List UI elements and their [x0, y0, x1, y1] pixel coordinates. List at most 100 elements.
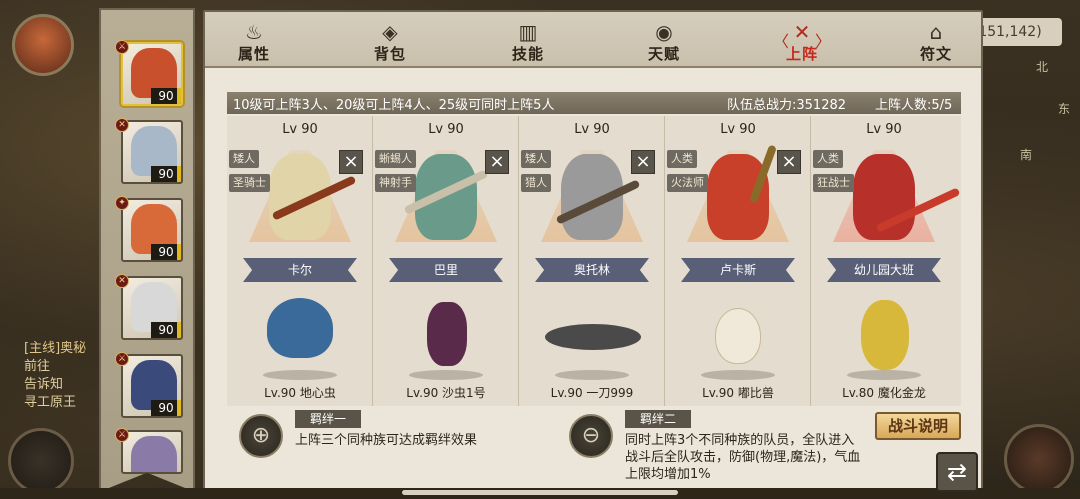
- bond-description: 上阵三个同种族可达成羁绊效果: [295, 432, 477, 449]
- hero-level-label: Lv 90: [720, 122, 756, 137]
- role-badge-icon: ✦: [115, 196, 129, 210]
- pet-body: [861, 300, 909, 370]
- hero-level-label: Lv 90: [574, 122, 610, 137]
- role-badge-icon: ⚔: [115, 40, 129, 54]
- tab-talent[interactable]: ◉ 天赋: [619, 16, 709, 64]
- hero-name: 卢卡斯: [681, 258, 795, 282]
- return-button[interactable]: ⇄: [936, 452, 978, 492]
- player-avatar[interactable]: [12, 14, 74, 76]
- hud-home-button[interactable]: [1004, 424, 1074, 494]
- compass-south: 南: [1020, 148, 1033, 162]
- team-member-card[interactable]: Lv 90 矮人 猎人 × 奥托林 Lv.90 一刀999: [519, 116, 665, 406]
- team-member-card[interactable]: Lv 90 人类 狂战士 幼儿园大班 Lv.80 魔化金龙: [811, 116, 961, 406]
- crossed-swords-icon: ✕: [793, 20, 811, 44]
- race-tag: 矮人: [521, 150, 551, 168]
- bond-desc-line: 战斗后全队攻击，防御(物理,魔法)，气血: [625, 450, 861, 465]
- bond-desc-line: 同时上阵3个不同种族的队员，全队进入: [625, 433, 855, 448]
- pet-sprite[interactable]: [831, 294, 937, 380]
- bond-two: ⊖ 羁绊二 同时上阵3个不同种族的队员，全队进入 战斗后全队攻击，防御(物理,魔…: [569, 408, 869, 484]
- quest-line: [主线]奥秘: [24, 341, 87, 356]
- pet-shadow: [409, 370, 483, 380]
- tab-label: 天赋: [647, 45, 680, 63]
- roster-hero-slot[interactable]: 90: [121, 354, 183, 418]
- tab-label: 技能: [511, 45, 544, 63]
- pet-shadow: [847, 370, 921, 380]
- bracket-left-icon: 〈: [773, 32, 790, 51]
- pet-body: [715, 308, 761, 364]
- tab-bag[interactable]: ◈ 背包: [345, 16, 435, 64]
- roster-hero-slot[interactable]: [121, 430, 183, 474]
- tab-skills[interactable]: ▥ 技能: [483, 16, 573, 64]
- pet-sprite[interactable]: [247, 294, 353, 380]
- hero-name: 卡尔: [243, 258, 357, 282]
- roster-hero-slot[interactable]: 90: [121, 276, 183, 340]
- tab-label: 背包: [373, 45, 406, 63]
- bond-one-icon: ⊕: [239, 414, 283, 458]
- team-power: 队伍总战力:351282: [727, 98, 847, 113]
- bond-one: ⊕ 羁绊一 上阵三个同种族可达成羁绊效果: [239, 408, 539, 484]
- class-tag: 圣骑士: [229, 174, 270, 192]
- flame-icon: ♨: [245, 20, 263, 44]
- roster-hero-slot[interactable]: 90: [121, 42, 183, 106]
- hero-level-label: Lv 90: [866, 122, 902, 137]
- bond-description: 同时上阵3个不同种族的队员，全队进入 战斗后全队攻击，防御(物理,魔法)，气血 …: [625, 432, 860, 483]
- roster-hero-slot[interactable]: 90: [121, 198, 183, 262]
- tab-label: 符文: [919, 45, 952, 63]
- rune-icon: ⌂: [929, 20, 943, 44]
- class-tag: 猎人: [521, 174, 551, 192]
- pet-label: Lv.90 地心虫: [264, 386, 336, 400]
- bond-title: 羁绊一: [295, 410, 361, 428]
- bond-title: 羁绊二: [625, 410, 691, 428]
- pet-shadow: [701, 370, 775, 380]
- hud-map-button[interactable]: [8, 428, 74, 494]
- battle-info-button[interactable]: 战斗说明: [875, 412, 961, 440]
- pet-sprite[interactable]: [393, 294, 499, 380]
- race-tag: 人类: [667, 150, 697, 168]
- pet-label: Lv.90 一刀999: [550, 386, 634, 400]
- tab-runes[interactable]: ⌂ 符文: [891, 16, 981, 64]
- hero-name: 巴里: [389, 258, 503, 282]
- pet-sprite[interactable]: [685, 294, 791, 380]
- quest-line: 前往: [24, 359, 51, 374]
- pet-body: [267, 298, 333, 358]
- level-bar: [177, 166, 181, 182]
- remove-member-button[interactable]: ×: [339, 150, 363, 174]
- tab-deploy[interactable]: 〈 ✕ 上阵 〉: [757, 16, 847, 64]
- pet-body: [545, 324, 641, 350]
- level-bar: [177, 244, 181, 260]
- remove-member-button[interactable]: ×: [777, 150, 801, 174]
- deploy-rule: 10级可上阵3人、20级可上阵4人、25级可同时上阵5人: [233, 98, 555, 113]
- bag-icon: ◈: [382, 20, 398, 44]
- roster-hero-slot[interactable]: 90: [121, 120, 183, 184]
- eye-icon: ◉: [655, 20, 673, 44]
- remove-member-button[interactable]: ×: [485, 150, 509, 174]
- minimap-compass[interactable]: 北 东 南: [1018, 56, 1078, 186]
- race-tag: 人类: [813, 150, 843, 168]
- team-member-card[interactable]: Lv 90 蜥蜴人 神射手 × 巴里 Lv.90 沙虫1号: [373, 116, 519, 406]
- hero-portrait: [131, 436, 177, 472]
- compass-north: 北: [1036, 60, 1049, 74]
- book-icon: ▥: [518, 20, 538, 44]
- remove-member-button[interactable]: ×: [631, 150, 655, 174]
- hero-level-label: Lv 90: [428, 122, 464, 137]
- pet-shadow: [555, 370, 629, 380]
- class-tag: 狂战士: [813, 174, 854, 192]
- class-tag: 神射手: [375, 174, 416, 192]
- team-member-card[interactable]: Lv 90 人类 火法师 × 卢卡斯 Lv.90 嘟比兽: [665, 116, 811, 406]
- pet-body: [427, 302, 467, 366]
- bond-desc-line: 上阵三个同种族可达成羁绊效果: [295, 433, 478, 448]
- hero-name: 幼儿园大班: [827, 258, 941, 282]
- level-bar: [177, 88, 181, 104]
- role-badge-icon: ✕: [115, 118, 129, 132]
- role-badge-icon: ⚔: [115, 428, 129, 442]
- quest-tracker[interactable]: [主线]奥秘 前往 告诉知 寻工原王: [24, 340, 99, 412]
- pet-sprite[interactable]: [539, 294, 645, 380]
- pet-label: Lv.90 沙虫1号: [406, 386, 486, 400]
- tab-label: 上阵: [785, 45, 818, 63]
- team-member-card[interactable]: Lv 90 矮人 圣骑士 × 卡尔 Lv.90 地心虫: [227, 116, 373, 406]
- team-lineup: Lv 90 矮人 圣骑士 × 卡尔 Lv.90 地心虫 Lv 90 蜥蜴人 神射…: [227, 116, 961, 406]
- tab-attributes[interactable]: ♨ 属性: [209, 16, 299, 64]
- hero-sprite: [707, 154, 769, 240]
- home-indicator[interactable]: [402, 490, 678, 495]
- bracket-right-icon: 〉: [814, 32, 831, 51]
